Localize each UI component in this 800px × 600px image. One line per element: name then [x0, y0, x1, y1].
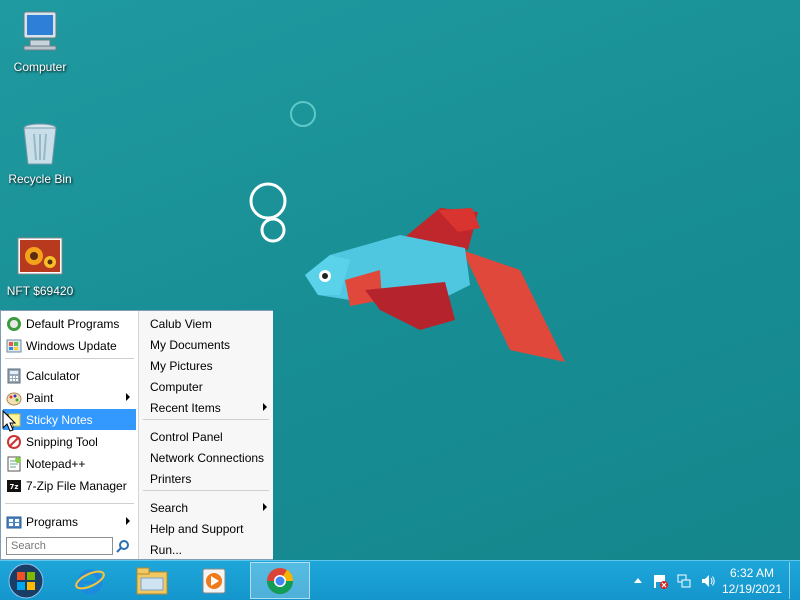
- clock-date: 12/19/2021: [721, 582, 782, 596]
- clock-time: 6:32 AM: [729, 566, 774, 580]
- chrome-icon: [266, 567, 294, 594]
- start-right-my-pictures[interactable]: My Pictures: [139, 355, 273, 376]
- start-right-my-documents[interactable]: My Documents: [139, 334, 273, 355]
- start-right-control-panel[interactable]: Control Panel: [139, 426, 273, 447]
- desktop-icon-nft-image[interactable]: NFT $69420: [0, 232, 80, 298]
- image-file-icon: [17, 237, 63, 275]
- show-desktop-button[interactable]: [789, 562, 798, 599]
- windows-update-icon: [6, 339, 22, 352]
- default-programs-icon: [7, 316, 21, 331]
- desktop-icon-computer[interactable]: Computer: [0, 8, 80, 74]
- taskbar-chrome[interactable]: [250, 562, 310, 599]
- start-menu-pinned-list: Default Programs Windows Update Calculat…: [1, 311, 138, 559]
- desktop-icon-label: Computer: [13, 60, 67, 74]
- paint-icon: [6, 392, 22, 405]
- programs-icon: [6, 516, 22, 528]
- submenu-arrow-icon: [126, 517, 130, 525]
- submenu-arrow-icon: [263, 403, 267, 411]
- separator: [143, 419, 269, 420]
- internet-explorer-icon: [75, 569, 105, 594]
- start-right-search[interactable]: Search: [139, 497, 273, 518]
- start-item-7zip[interactable]: 7z 7-Zip File Manager: [3, 475, 136, 496]
- submenu-arrow-icon: [263, 503, 267, 511]
- start-item-default-programs[interactable]: Default Programs: [3, 313, 136, 334]
- volume-icon[interactable]: [700, 573, 716, 589]
- bubble: [290, 101, 316, 127]
- taskbar-file-explorer[interactable]: [122, 562, 182, 599]
- computer-icon: [23, 11, 57, 51]
- start-right-network-connections[interactable]: Network Connections: [139, 447, 273, 468]
- taskbar-internet-explorer[interactable]: [60, 562, 120, 599]
- separator: [5, 503, 134, 504]
- media-player-icon: [202, 568, 226, 593]
- desktop-icon-recycle-bin[interactable]: Recycle Bin: [0, 120, 80, 186]
- start-menu-places-list: Calub Viem My Documents My Pictures Comp…: [138, 311, 273, 559]
- start-item-windows-update[interactable]: Windows Update: [3, 335, 136, 356]
- start-button[interactable]: [0, 562, 52, 599]
- notepad-plus-plus-icon: [7, 456, 21, 471]
- network-icon[interactable]: [676, 573, 692, 589]
- file-explorer-icon: [136, 567, 168, 594]
- start-right-user-folder[interactable]: Calub Viem: [139, 313, 273, 334]
- action-center-flag-icon[interactable]: [652, 573, 668, 589]
- start-item-paint[interactable]: Paint: [3, 387, 136, 408]
- recycle-bin-icon: [23, 123, 57, 165]
- taskbar-media-player[interactable]: [184, 562, 244, 599]
- start-item-sticky-notes[interactable]: Sticky Notes: [3, 409, 136, 430]
- start-item-programs[interactable]: Programs: [3, 511, 136, 532]
- taskbar: 6:32 AM 12/19/2021: [0, 560, 800, 600]
- start-search-input[interactable]: Search: [6, 537, 113, 555]
- start-item-notepad-plus-plus[interactable]: Notepad++: [3, 453, 136, 474]
- submenu-arrow-icon: [126, 393, 130, 401]
- betta-fish-illustration: [305, 208, 565, 362]
- start-right-printers[interactable]: Printers: [139, 468, 273, 489]
- start-orb-icon: [8, 563, 44, 598]
- start-item-snipping-tool[interactable]: Snipping Tool: [3, 431, 136, 452]
- mouse-cursor-icon: [2, 410, 16, 432]
- bubble: [249, 182, 287, 220]
- search-icon[interactable]: [116, 539, 130, 553]
- start-item-calculator[interactable]: Calculator: [3, 365, 136, 386]
- show-hidden-icons-arrow-icon[interactable]: [630, 573, 646, 589]
- calculator-icon: [7, 368, 21, 383]
- start-right-run[interactable]: Run...: [139, 539, 273, 560]
- separator: [5, 358, 134, 359]
- separator: [143, 490, 269, 491]
- svg-text:7z: 7z: [10, 483, 19, 491]
- desktop-icon-label: NFT $69420: [6, 284, 74, 298]
- seven-zip-icon: 7z: [7, 479, 21, 492]
- bubble: [260, 217, 286, 243]
- start-right-help-and-support[interactable]: Help and Support: [139, 518, 273, 539]
- start-right-computer[interactable]: Computer: [139, 376, 273, 397]
- start-menu: Default Programs Windows Update Calculat…: [0, 310, 273, 560]
- taskbar-clock[interactable]: 6:32 AM 12/19/2021: [722, 565, 782, 597]
- snipping-tool-icon: [7, 434, 21, 449]
- start-right-recent-items[interactable]: Recent Items: [139, 397, 273, 418]
- desktop-icon-label: Recycle Bin: [8, 172, 72, 186]
